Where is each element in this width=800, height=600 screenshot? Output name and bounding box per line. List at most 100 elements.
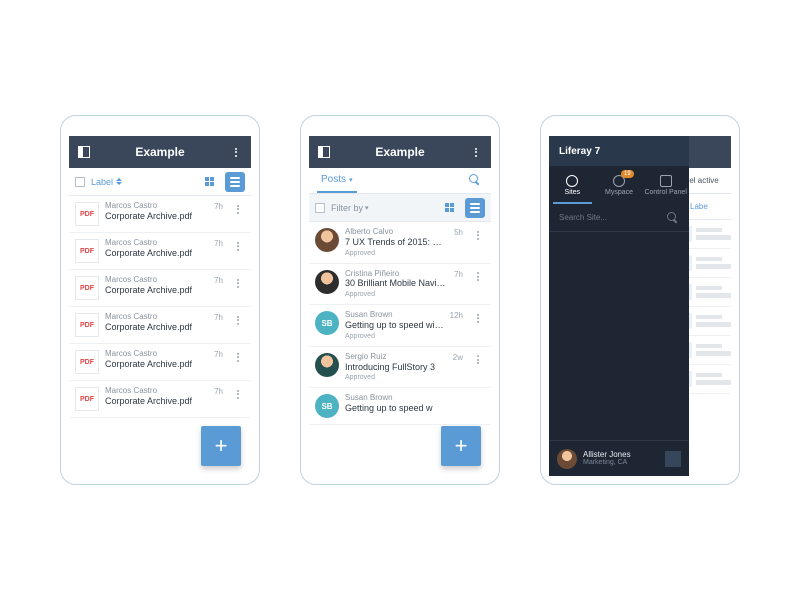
pdf-icon: PDF — [75, 202, 99, 226]
list-item[interactable]: PDF Marcos Castro Corporate Archive.pdf … — [69, 196, 251, 233]
drawer-tab-sites[interactable]: Sites — [549, 166, 596, 204]
item-author: Susan Brown — [345, 394, 485, 403]
list-item[interactable]: Cristina Piñeiro 30 Brilliant Mobile Nav… — [309, 264, 491, 306]
drawer-tab-myspace[interactable]: 19 Myspace — [596, 166, 643, 204]
list-icon — [470, 203, 480, 213]
item-more-icon[interactable] — [231, 276, 245, 290]
item-author: Marcos Castro — [105, 276, 208, 285]
device-3: Label active Labe Liferay 7 Sites — [540, 115, 740, 485]
drawer-tabs: Sites 19 Myspace Control Panel — [549, 166, 689, 204]
item-time: 12h — [450, 311, 463, 320]
list-item[interactable]: PDF Marcos Castro Corporate Archive.pdf … — [69, 381, 251, 418]
user-menu-button[interactable] — [665, 451, 681, 467]
device-2: Example Posts▾ Filter by▾ — [300, 115, 500, 485]
pdf-icon: PDF — [75, 239, 99, 263]
panels-icon[interactable] — [317, 145, 331, 159]
bg-label-link[interactable]: Labe — [690, 202, 708, 211]
screen-2: Example Posts▾ Filter by▾ — [309, 136, 491, 476]
drawer-tab-label: Sites — [565, 189, 581, 196]
item-more-icon[interactable] — [471, 228, 485, 242]
page-title: Example — [331, 145, 469, 159]
sort-arrows-icon — [116, 178, 122, 185]
list-item[interactable]: PDF Marcos Castro Corporate Archive.pdf … — [69, 307, 251, 344]
sort-button[interactable]: Label — [91, 177, 122, 187]
avatar: SB — [315, 394, 339, 418]
item-more-icon[interactable] — [471, 353, 485, 367]
filter-button[interactable]: Filter by▾ — [331, 203, 369, 213]
item-more-icon[interactable] — [471, 270, 485, 284]
select-all-checkbox[interactable] — [75, 177, 85, 187]
item-time: 7h — [214, 276, 223, 285]
more-icon[interactable] — [469, 145, 483, 159]
item-title: Introducing FullStory 3 — [345, 362, 447, 373]
list-item[interactable]: PDF Marcos Castro Corporate Archive.pdf … — [69, 233, 251, 270]
item-more-icon[interactable] — [231, 239, 245, 253]
user-name: Allister Jones — [583, 451, 631, 460]
tab-posts[interactable]: Posts▾ — [317, 168, 357, 193]
item-time: 7h — [214, 387, 223, 396]
item-author: Marcos Castro — [105, 350, 208, 359]
list-view-button[interactable] — [465, 198, 485, 218]
notification-badge: 19 — [621, 170, 634, 178]
item-title: Getting up to speed with Slack — [345, 320, 444, 331]
item-author: Sergio Ruiz — [345, 353, 447, 362]
pdf-icon: PDF — [75, 350, 99, 374]
item-author: Marcos Castro — [105, 387, 208, 396]
item-status: Approved — [345, 333, 444, 340]
item-status: Approved — [345, 291, 448, 298]
add-fab[interactable]: + — [201, 426, 241, 466]
item-title: Corporate Archive.pdf — [105, 359, 208, 370]
item-author: Susan Brown — [345, 311, 444, 320]
screen-1: Example Label PDF Marcos Castro Corpor — [69, 136, 251, 476]
chevron-down-icon: ▾ — [365, 204, 369, 212]
item-more-icon[interactable] — [231, 202, 245, 216]
list-item[interactable]: SB Susan Brown Getting up to speed with … — [309, 305, 491, 347]
search-icon — [667, 212, 679, 224]
search-icon[interactable] — [469, 174, 483, 188]
item-title: Corporate Archive.pdf — [105, 285, 208, 296]
list-item[interactable]: SB Susan Brown Getting up to speed w — [309, 388, 491, 425]
item-status: Approved — [345, 374, 447, 381]
drawer-tab-control-panel[interactable]: Control Panel — [642, 166, 689, 204]
add-fab[interactable]: + — [441, 426, 481, 466]
avatar — [315, 270, 339, 294]
pdf-icon: PDF — [75, 276, 99, 300]
filter-label: Filter by — [331, 203, 363, 213]
pdf-icon: PDF — [75, 313, 99, 337]
list-item[interactable]: Sergio Ruiz Introducing FullStory 3 Appr… — [309, 347, 491, 389]
settings-icon — [660, 175, 672, 187]
list-view-button[interactable] — [225, 172, 245, 192]
list-item[interactable]: PDF Marcos Castro Corporate Archive.pdf … — [69, 270, 251, 307]
drawer-user[interactable]: Allister Jones Marketing, CA — [549, 440, 689, 476]
item-time: 5h — [454, 228, 463, 237]
grid-view-button[interactable] — [199, 172, 219, 192]
grid-icon — [205, 177, 214, 186]
item-time: 2w — [453, 353, 463, 362]
item-more-icon[interactable] — [231, 387, 245, 401]
item-time: 7h — [214, 202, 223, 211]
sort-toolbar: Label — [69, 168, 251, 196]
drawer-tab-label: Myspace — [605, 189, 633, 196]
list-item[interactable]: Alberto Calvo 7 UX Trends of 2015: Get..… — [309, 222, 491, 264]
appbar: Example — [69, 136, 251, 168]
drawer-brand: Liferay 7 — [549, 136, 689, 166]
panels-icon[interactable] — [77, 145, 91, 159]
drawer-search[interactable]: Search Site... — [549, 204, 689, 232]
tab-label: Posts — [321, 174, 346, 185]
item-title: Getting up to speed w — [345, 403, 485, 414]
grid-icon — [445, 203, 454, 212]
avatar — [315, 228, 339, 252]
pdf-icon: PDF — [75, 387, 99, 411]
grid-view-button[interactable] — [439, 198, 459, 218]
item-time: 7h — [214, 313, 223, 322]
item-more-icon[interactable] — [471, 311, 485, 325]
item-author: Cristina Piñeiro — [345, 270, 448, 279]
item-more-icon[interactable] — [231, 350, 245, 364]
list-item[interactable]: PDF Marcos Castro Corporate Archive.pdf … — [69, 344, 251, 381]
more-icon[interactable] — [229, 145, 243, 159]
item-more-icon[interactable] — [231, 313, 245, 327]
navigation-drawer: Liferay 7 Sites 19 Myspace Control Panel — [549, 136, 689, 476]
drawer-tab-label: Control Panel — [644, 189, 686, 196]
item-status: Approved — [345, 250, 448, 257]
select-all-checkbox[interactable] — [315, 203, 325, 213]
